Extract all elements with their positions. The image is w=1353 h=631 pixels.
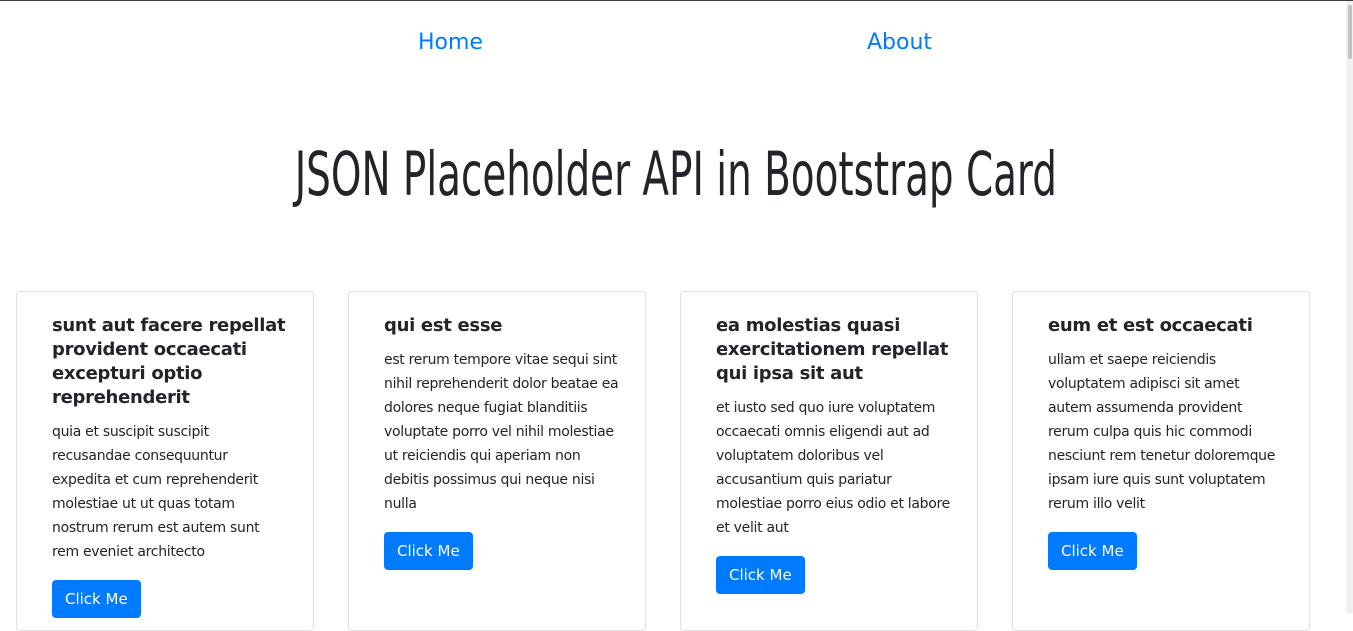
click-me-button[interactable]: Click Me (52, 580, 141, 618)
click-me-button[interactable]: Click Me (716, 556, 805, 594)
post-card: sunt aut facere repellat provident occae… (16, 291, 314, 631)
card-body: eum et est occaecati ullam et saepe reic… (1048, 314, 1286, 570)
card-title: sunt aut facere repellat provident occae… (52, 315, 286, 408)
vertical-scrollbar[interactable] (1346, 1, 1353, 613)
card-title: qui est esse (384, 315, 503, 336)
top-nav: Home About (0, 0, 1353, 85)
page-title: JSON Placeholder API in Bootstrap Card (294, 139, 1057, 210)
nav-link-about[interactable]: About (867, 29, 932, 57)
click-me-button[interactable]: Click Me (1048, 532, 1137, 570)
card-body: ea molestias quasi exercitationem repell… (716, 314, 954, 594)
card-text: est rerum tempore vitae sequi sint nihil… (384, 352, 619, 512)
card-body: sunt aut facere repellat provident occae… (52, 314, 290, 618)
card-title: ea molestias quasi exercitationem repell… (716, 315, 949, 384)
post-card: qui est esse est rerum tempore vitae seq… (348, 291, 646, 631)
post-card: eum et est occaecati ullam et saepe reic… (1012, 291, 1310, 631)
card-title: eum et est occaecati (1048, 315, 1253, 336)
card-text: ullam et saepe reiciendis voluptatem adi… (1048, 352, 1276, 512)
post-card: ea molestias quasi exercitationem repell… (680, 291, 978, 631)
card-body: qui est esse est rerum tempore vitae seq… (384, 314, 622, 570)
card-text: et iusto sed quo iure voluptatem occaeca… (716, 400, 950, 536)
click-me-button[interactable]: Click Me (384, 532, 473, 570)
card-text: quia et suscipit suscipit recusandae con… (52, 424, 260, 560)
nav-link-home[interactable]: Home (418, 29, 483, 57)
